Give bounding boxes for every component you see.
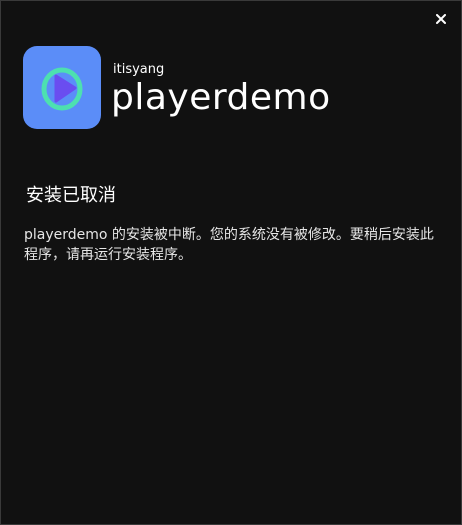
- play-logo-icon: [41, 67, 83, 110]
- app-title: playerdemo: [111, 77, 331, 118]
- app-icon: [23, 46, 101, 129]
- installer-window: itisyang playerdemo 安装已取消 playerdemo 的安装…: [0, 0, 462, 525]
- close-button[interactable]: [433, 11, 449, 27]
- close-icon[interactable]: [436, 14, 446, 24]
- status-title: 安装已取消: [26, 185, 116, 206]
- status-message: playerdemo 的安装被中断。您的系统没有被修改。要稍后安装此程序，请再运…: [24, 227, 434, 263]
